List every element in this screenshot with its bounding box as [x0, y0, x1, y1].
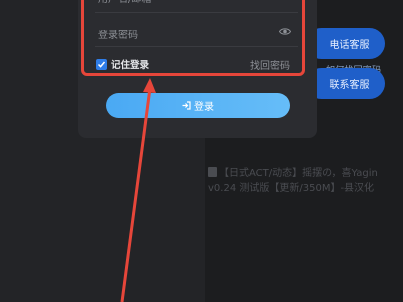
login-label: 登录 [194, 102, 214, 113]
contact-support-label: 联系客服 [329, 80, 370, 91]
highlight-annotation-box [81, 0, 305, 76]
document-icon [208, 167, 217, 177]
article-title: 【日式ACT/动态】摇摆の，喜Yagin v0.24 测试版【更新/350M】-… [208, 168, 378, 194]
phone-support-button[interactable]: 电话客服 [306, 28, 385, 59]
screen: 如何找回密码 电话客服 联系客服 【日式ACT/动态】摇摆の，喜Yagin v0… [0, 0, 403, 302]
login-button[interactable]: 登录 [106, 93, 290, 118]
contact-support-button[interactable]: 联系客服 [306, 68, 385, 99]
phone-support-label: 电话客服 [329, 40, 370, 51]
login-icon [182, 101, 191, 110]
article-link[interactable]: 【日式ACT/动态】摇摆の，喜Yagin v0.24 测试版【更新/350M】-… [208, 166, 383, 196]
